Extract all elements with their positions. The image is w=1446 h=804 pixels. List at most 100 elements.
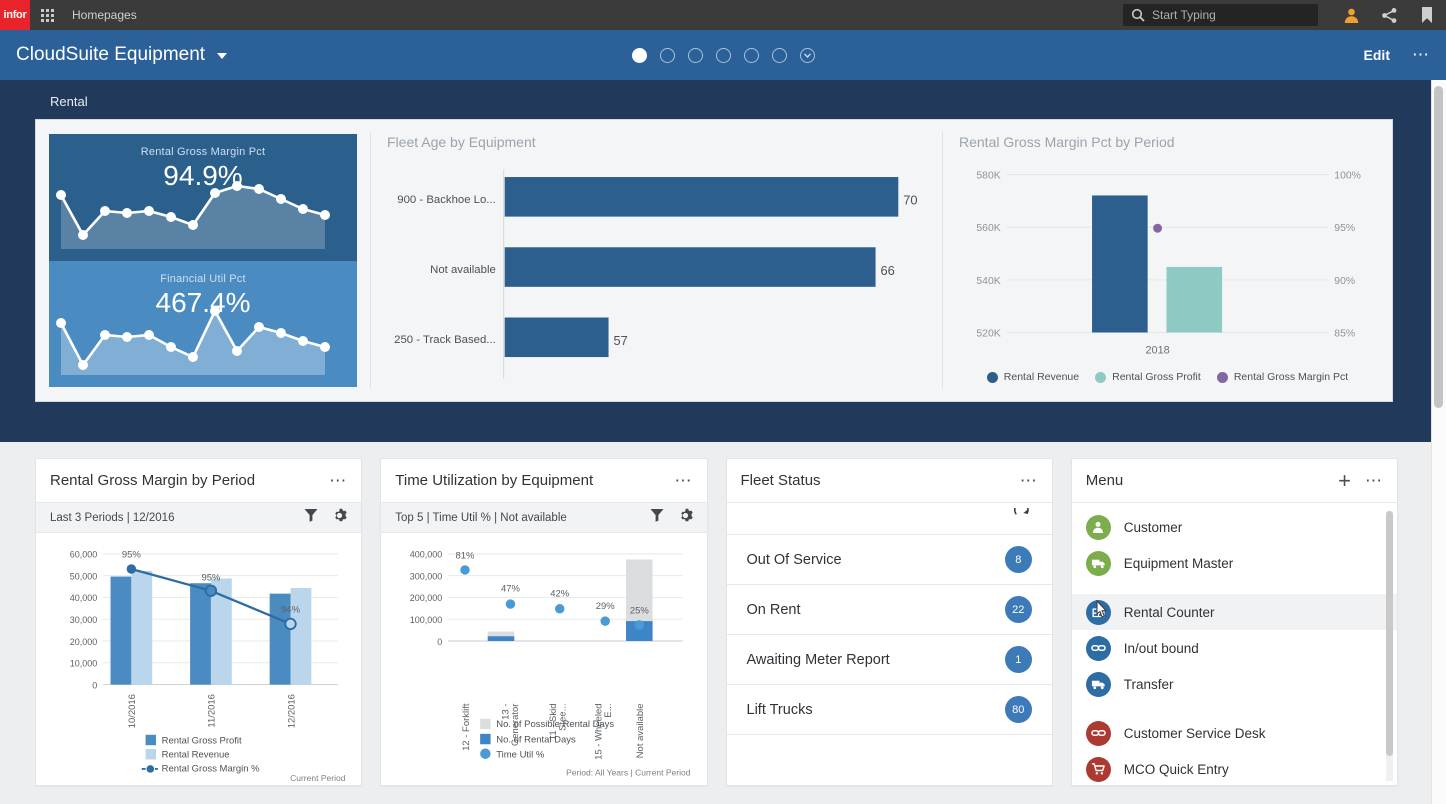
card-overflow-icon[interactable]: ⋯ bbox=[675, 477, 693, 485]
x-tick: 12/2016 bbox=[286, 694, 297, 728]
y-tick: 50,000 bbox=[70, 571, 98, 581]
user-avatar-icon[interactable] bbox=[1332, 0, 1370, 30]
app-grid-icon[interactable] bbox=[30, 0, 64, 30]
top-navigation-bar: infor Homepages Start Typing bbox=[0, 0, 1446, 30]
bar-value-label: 70 bbox=[903, 193, 917, 208]
y-tick-left: 540K bbox=[976, 276, 1000, 287]
status-badge: 22 bbox=[1005, 596, 1032, 623]
fleet-status-list: Out Of Service 8 On Rent 22 Awaiting Met… bbox=[727, 503, 1052, 785]
share-icon[interactable] bbox=[1370, 0, 1408, 30]
app-title-dropdown[interactable]: CloudSuite Equipment bbox=[16, 44, 227, 66]
y-tick-left: 580K bbox=[976, 171, 1000, 182]
bar-900-backhoe bbox=[505, 177, 899, 217]
gear-icon[interactable] bbox=[678, 508, 693, 528]
menu-item-label: Equipment Master bbox=[1124, 556, 1234, 571]
y-tick-right: 85% bbox=[1334, 328, 1355, 339]
appbar-overflow-icon[interactable]: ⋯ bbox=[1412, 50, 1430, 60]
edit-button[interactable]: Edit bbox=[1364, 47, 1390, 63]
page-dot-1[interactable] bbox=[632, 48, 647, 63]
page-dot-5[interactable] bbox=[744, 48, 759, 63]
refresh-icon[interactable] bbox=[1013, 508, 1030, 530]
truck-icon bbox=[1086, 551, 1111, 576]
page-scrollbar-thumb[interactable] bbox=[1434, 86, 1443, 408]
point-margin bbox=[127, 564, 136, 573]
status-badge: 80 bbox=[1005, 696, 1032, 723]
card-subtitle: Last 3 Periods | 12/2016 bbox=[50, 512, 174, 524]
menu-scroll-area: Customer Equipment Master Rental Counter bbox=[1072, 503, 1397, 785]
status-row[interactable]: Lift Trucks 80 bbox=[727, 685, 1052, 735]
chart-fleet-age-by-equipment[interactable]: Fleet Age by Equipment 70 900 - Backhoe … bbox=[371, 120, 942, 401]
page-dot-6[interactable] bbox=[772, 48, 787, 63]
menu-item-label: Customer Service Desk bbox=[1124, 726, 1266, 741]
x-tick: 10/2016 bbox=[127, 694, 138, 728]
point-label: 95% bbox=[201, 572, 221, 583]
page-dot-4[interactable] bbox=[716, 48, 731, 63]
plus-icon[interactable]: + bbox=[1338, 473, 1351, 489]
person-icon bbox=[1086, 515, 1111, 540]
menu-item-customer[interactable]: Customer bbox=[1072, 509, 1397, 545]
infor-logo[interactable]: infor bbox=[0, 0, 30, 30]
bar-rental-days bbox=[488, 636, 515, 641]
card-overflow-icon[interactable]: ⋯ bbox=[1365, 477, 1383, 485]
search-icon bbox=[1131, 8, 1145, 22]
filter-icon[interactable] bbox=[304, 508, 318, 527]
menu-item-rental-counter[interactable]: Rental Counter bbox=[1072, 594, 1397, 630]
bar-gross-profit bbox=[190, 583, 211, 684]
card-overflow-icon[interactable]: ⋯ bbox=[1020, 477, 1038, 485]
card-subtitle: Top 5 | Time Util % | Not available bbox=[395, 512, 567, 524]
y-tick-right: 95% bbox=[1334, 223, 1355, 234]
menu-item-label: Rental Counter bbox=[1124, 605, 1215, 620]
legend-swatch bbox=[1095, 372, 1106, 383]
page-dot-3[interactable] bbox=[688, 48, 703, 63]
cart-icon bbox=[1086, 757, 1111, 782]
card-title: Menu bbox=[1086, 472, 1124, 489]
page-dot-2[interactable] bbox=[660, 48, 675, 63]
bar-not-available bbox=[505, 247, 876, 287]
y-tick: 10,000 bbox=[70, 659, 98, 669]
point-time-util bbox=[555, 604, 564, 613]
menu-scrollbar-thumb[interactable] bbox=[1386, 511, 1393, 756]
bar-category-label: 250 - Track Based... bbox=[394, 334, 496, 346]
page-menu-dot[interactable] bbox=[800, 48, 815, 63]
bar-gross-profit bbox=[111, 577, 132, 685]
chart-rental-gross-margin-pct-by-period[interactable]: Rental Gross Margin Pct by Period 580K 5… bbox=[943, 120, 1392, 401]
x-tick: 12 - Forklift bbox=[461, 703, 472, 751]
status-row[interactable]: Out Of Service 8 bbox=[727, 535, 1052, 585]
menu-item-transfer[interactable]: Transfer bbox=[1072, 666, 1397, 702]
truck-icon bbox=[1086, 672, 1111, 697]
filter-icon[interactable] bbox=[650, 508, 664, 527]
search-input[interactable]: Start Typing bbox=[1123, 4, 1318, 26]
x-tick: Not available bbox=[635, 704, 646, 759]
legend-swatch bbox=[146, 735, 156, 745]
legend-label: No. of Rental Days bbox=[497, 734, 577, 745]
kpi-tile-financial-util[interactable]: Financial Util Pct 467.4% bbox=[49, 261, 357, 388]
menu-item-equipment-master[interactable]: Equipment Master bbox=[1072, 545, 1397, 581]
point-label: 25% bbox=[630, 606, 650, 617]
application-bar: CloudSuite Equipment Edit ⋯ bbox=[0, 30, 1446, 80]
y-tick: 100,000 bbox=[410, 615, 443, 625]
legend-label: Rental Gross Profit bbox=[162, 735, 242, 746]
status-row[interactable]: On Rent 22 bbox=[727, 585, 1052, 635]
card-header: Menu + ⋯ bbox=[1072, 459, 1397, 503]
menu-item-mco-quick-entry[interactable]: MCO Quick Entry bbox=[1072, 751, 1397, 785]
time-utilization-chart: 400,000 300,000 200,000 100,000 0 81% 47… bbox=[381, 533, 706, 785]
status-row[interactable]: Awaiting Meter Report 1 bbox=[727, 635, 1052, 685]
bar-value-label: 66 bbox=[881, 263, 895, 278]
card-title: Time Utilization by Equipment bbox=[395, 472, 593, 489]
menu-item-customer-service-desk[interactable]: Customer Service Desk bbox=[1072, 715, 1397, 751]
legend-item: Rental Gross Margin Pct bbox=[1217, 371, 1348, 383]
y-tick-left: 560K bbox=[976, 223, 1000, 234]
legend-swatch bbox=[147, 765, 155, 773]
kpi-tile-rental-gross-margin[interactable]: Rental Gross Margin Pct 94.9% bbox=[49, 134, 357, 261]
menu-item-inout-bound[interactable]: In/out bound bbox=[1072, 630, 1397, 666]
legend-label: Rental Gross Profit bbox=[1112, 371, 1201, 383]
nav-homepages-label[interactable]: Homepages bbox=[72, 8, 137, 22]
menu-item-label: Transfer bbox=[1124, 677, 1174, 692]
card-overflow-icon[interactable]: ⋯ bbox=[329, 477, 347, 485]
y-tick: 200,000 bbox=[410, 593, 443, 603]
bookmark-icon[interactable] bbox=[1408, 0, 1446, 30]
y-tick: 300,000 bbox=[410, 571, 443, 581]
link-icon bbox=[1086, 721, 1111, 746]
gear-icon[interactable] bbox=[332, 508, 347, 528]
chevron-down-icon bbox=[217, 53, 227, 59]
